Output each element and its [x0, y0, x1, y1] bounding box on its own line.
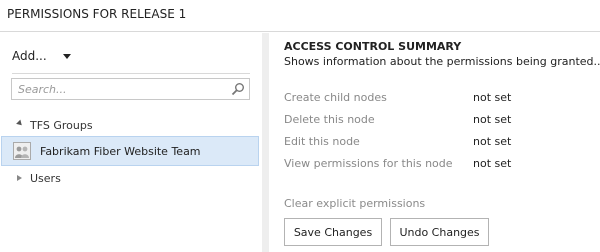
permission-row[interactable]: Delete this node not set	[284, 113, 584, 129]
group-avatar-icon	[13, 142, 31, 160]
search-icon[interactable]	[231, 82, 245, 96]
tree-item-users[interactable]: Users	[0, 169, 262, 189]
tree-item-label: TFS Groups	[30, 119, 93, 132]
permission-value[interactable]: not set	[473, 135, 511, 148]
undo-changes-button[interactable]: Undo Changes	[390, 218, 489, 246]
right-pane: ACCESS CONTROL SUMMARY Shows information…	[269, 33, 600, 252]
collapsed-arrow-icon[interactable]	[17, 175, 22, 181]
permission-value[interactable]: not set	[473, 113, 511, 126]
dropdown-caret-icon	[62, 53, 71, 59]
left-pane: Add... TFS Groups Fabrikam Fiber Website…	[0, 33, 262, 252]
clear-explicit-permissions-link[interactable]: Clear explicit permissions	[284, 197, 425, 210]
permission-name: Edit this node	[284, 135, 360, 148]
permission-row[interactable]: Create child nodes not set	[284, 91, 584, 107]
permission-value[interactable]: not set	[473, 91, 511, 104]
title-bar: PERMISSIONS FOR RELEASE 1	[0, 0, 600, 32]
expanded-arrow-icon[interactable]	[16, 119, 24, 128]
permission-row[interactable]: View permissions for this node not set	[284, 157, 584, 173]
save-changes-button[interactable]: Save Changes	[284, 218, 382, 246]
add-label: Add...	[12, 49, 47, 63]
page-title: PERMISSIONS FOR RELEASE 1	[7, 7, 187, 21]
tree-item-fabrikam-team[interactable]: Fabrikam Fiber Website Team	[1, 136, 259, 166]
permission-name: Create child nodes	[284, 91, 387, 104]
add-menu-button[interactable]: Add...	[12, 49, 71, 63]
permission-name: View permissions for this node	[284, 157, 453, 170]
search-box[interactable]	[11, 78, 250, 100]
permission-row[interactable]: Edit this node not set	[284, 135, 584, 151]
pane-splitter[interactable]	[262, 33, 269, 252]
tree-item-label: Users	[30, 172, 61, 185]
search-input[interactable]	[18, 81, 218, 97]
summary-title: ACCESS CONTROL SUMMARY	[284, 40, 462, 53]
summary-subtitle: Shows information about the permissions …	[284, 55, 600, 68]
tree-item-label: Fabrikam Fiber Website Team	[40, 145, 201, 158]
tree-item-tfs-groups[interactable]: TFS Groups	[0, 116, 262, 136]
permission-name: Delete this node	[284, 113, 375, 126]
divider	[12, 73, 250, 74]
permission-value[interactable]: not set	[473, 157, 511, 170]
